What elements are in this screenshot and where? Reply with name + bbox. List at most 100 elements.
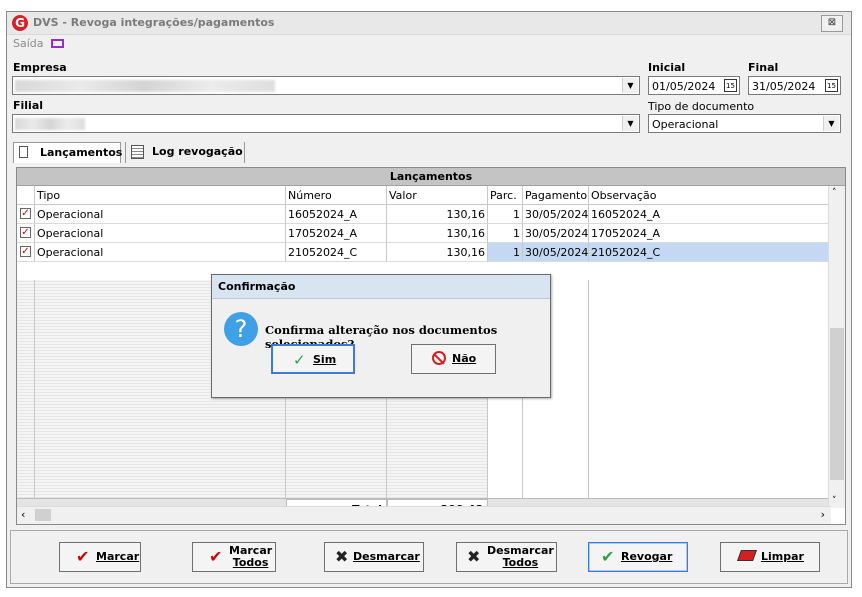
vertical-scrollbar[interactable]: ˄ ˅ [828, 186, 845, 508]
x-icon: ✖ [467, 547, 481, 566]
desmarcar-button[interactable]: ✖ Desmarcar [324, 542, 424, 572]
table-row[interactable]: ✓ Operacional 16052024_A 130,16 1 30/05/… [17, 205, 831, 224]
app-logo-icon: G [12, 15, 28, 31]
desmarcar-todos-button[interactable]: ✖ Desmarcar Todos [456, 542, 557, 572]
checkmark-icon[interactable]: ✓ [20, 246, 31, 257]
filial-combo[interactable]: ▼ [12, 114, 640, 133]
empresa-redacted [15, 80, 275, 92]
revogar-button[interactable]: ✔ Revogar [588, 542, 688, 572]
cell-numero: 16052024_A [286, 205, 387, 224]
inicial-date-field[interactable]: 01/05/2024 15 [648, 76, 740, 95]
button-label: Sim [313, 353, 337, 366]
header-observacao[interactable]: Observação [589, 186, 831, 205]
scroll-up-icon[interactable]: ˄ [832, 188, 837, 198]
tab-label: Lançamentos [40, 146, 123, 159]
empty-column [17, 280, 35, 498]
final-date-value: 31/05/2024 [752, 80, 816, 93]
header-parc[interactable]: Parc. [488, 186, 523, 205]
cell-valor: 130,16 [387, 205, 488, 224]
document-icon [19, 146, 28, 158]
scroll-right-icon[interactable]: › [821, 508, 825, 521]
row-checkbox[interactable]: ✓ [17, 243, 35, 262]
monitor-icon[interactable] [51, 39, 65, 48]
inicial-label: Inicial [648, 61, 686, 74]
calendar-icon[interactable]: 15 [825, 79, 838, 92]
cell-observacao: 16052024_A [589, 205, 831, 224]
tipo-doc-combo[interactable]: Operacional ▼ [648, 114, 841, 133]
button-label: Marcar [96, 550, 140, 563]
menu-saida[interactable]: Saída [13, 37, 44, 50]
nao-label: Não [452, 345, 476, 373]
marcar-todos-button[interactable]: ✔ Marcar Todos [192, 542, 276, 572]
cell-tipo: Operacional [35, 243, 286, 262]
cell-numero: 17052024_A [286, 224, 387, 243]
button-label: Desmarcar [353, 550, 420, 563]
marcar-todos-label: Marcar Todos [229, 543, 272, 571]
inicial-date-value: 01/05/2024 [652, 80, 716, 93]
checkmark-icon[interactable]: ✓ [20, 208, 31, 219]
row-checkbox[interactable]: ✓ [17, 205, 35, 224]
cell-observacao: 17052024_A [589, 224, 831, 243]
tab-label: Log revogação [152, 145, 243, 158]
header-check [17, 186, 35, 205]
button-label-line2: Todos [502, 556, 539, 569]
confirmation-dialog: Confirmação ? Confirma alteração nos doc… [211, 274, 551, 398]
table-row[interactable]: ✓ Operacional 17052024_A 130,16 1 30/05/… [17, 224, 831, 243]
cell-numero: 21052024_C [286, 243, 387, 262]
row-checkbox[interactable]: ✓ [17, 224, 35, 243]
sim-button[interactable]: ✓ Sim [271, 344, 355, 374]
scroll-thumb[interactable] [830, 328, 844, 480]
final-date-field[interactable]: 31/05/2024 15 [748, 76, 841, 95]
button-label: Revogar [621, 550, 673, 563]
filial-label: Filial [13, 99, 44, 112]
cell-valor: 130,16 [387, 243, 488, 262]
checkmark-icon[interactable]: ✓ [20, 227, 31, 238]
notepad-icon [131, 145, 144, 159]
limpar-label: Limpar [761, 543, 804, 571]
title-bar[interactable]: G DVS - Revoga integrações/pagamentos ⊠ [7, 12, 851, 35]
nao-button[interactable]: Não [411, 344, 496, 374]
cell-observacao: 21052024_C [589, 243, 831, 262]
tab-log-revogacao[interactable]: Log revogação [125, 142, 245, 163]
filial-redacted [15, 118, 85, 130]
eraser-icon [736, 550, 758, 561]
close-button[interactable]: ⊠ [821, 15, 843, 32]
checkmark-icon: ✔ [601, 547, 615, 566]
cancel-icon [432, 351, 446, 365]
empresa-combo[interactable]: ▼ [12, 76, 640, 95]
revogar-label: Revogar [621, 543, 672, 571]
tab-lancamentos[interactable]: Lançamentos [13, 142, 123, 163]
chevron-down-icon[interactable]: ▼ [622, 116, 638, 131]
chevron-down-icon[interactable]: ▼ [622, 78, 638, 93]
grid-title: Lançamentos [17, 168, 845, 186]
button-label: Limpar [761, 550, 804, 563]
button-label: Não [452, 352, 477, 365]
header-valor[interactable]: Valor [387, 186, 488, 205]
horizontal-scrollbar[interactable]: ‹ › [17, 506, 831, 524]
x-icon: ✖ [335, 547, 349, 566]
cell-parc: 1 [488, 205, 523, 224]
desmarcar-label: Desmarcar [353, 543, 420, 571]
scroll-left-icon[interactable]: ‹ [21, 508, 25, 521]
window-title: DVS - Revoga integrações/pagamentos [33, 16, 275, 29]
tipo-doc-label: Tipo de documento [648, 100, 755, 113]
limpar-button[interactable]: Limpar [720, 542, 820, 572]
menu-bar: Saída [13, 37, 65, 50]
cell-valor: 130,16 [387, 224, 488, 243]
empresa-label: Empresa [13, 61, 67, 74]
desmarcar-todos-label: Desmarcar Todos [487, 543, 554, 571]
button-bar: ✔ Marcar ✔ Marcar Todos ✖ Desmarcar ✖ Des… [10, 530, 848, 584]
marcar-button[interactable]: ✔ Marcar [59, 542, 141, 572]
dialog-title: Confirmação [212, 275, 550, 299]
header-pagamento[interactable]: Pagamento [523, 186, 589, 205]
calendar-icon[interactable]: 15 [724, 79, 737, 92]
final-label: Final [748, 61, 779, 74]
header-numero[interactable]: Número [286, 186, 387, 205]
scroll-thumb[interactable] [35, 509, 51, 521]
checkmark-icon: ✔ [209, 547, 223, 566]
chevron-down-icon[interactable]: ▼ [823, 116, 839, 131]
marcar-label: Marcar [96, 543, 139, 571]
table-row[interactable]: ✓ Operacional 21052024_C 130,16 1 30/05/… [17, 243, 831, 262]
header-tipo[interactable]: Tipo [35, 186, 286, 205]
scroll-down-icon[interactable]: ˅ [832, 496, 837, 506]
